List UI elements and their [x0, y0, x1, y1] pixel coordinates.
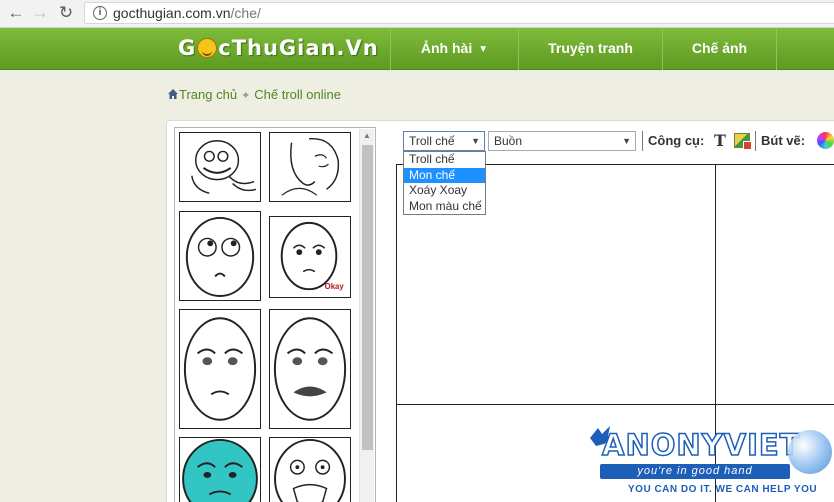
breadcrumb: Trang chủ ✦ Chế troll online	[167, 87, 341, 102]
subcategory-select[interactable]: Buồn ▼	[488, 131, 636, 151]
sticker-sad-face-1[interactable]	[179, 309, 261, 429]
logo-prefix: G	[178, 36, 197, 60]
category-dropdown-list: Troll chế Mon chế Xoáy Xoay Mon màu chế	[403, 151, 486, 215]
select-arrow-icon: ▼	[622, 136, 631, 146]
yelling-face-icon	[274, 438, 346, 502]
url-path: /che/	[230, 5, 261, 21]
scroll-up-arrow-icon[interactable]: ▲	[363, 131, 371, 140]
watermark-title: ANONYVIET	[601, 427, 801, 463]
okay-caption: Okay	[325, 282, 345, 291]
sad-face-icon	[183, 317, 257, 421]
select-arrow-icon: ▼	[471, 136, 480, 146]
toolbar-divider	[642, 131, 643, 151]
globe-icon	[788, 430, 832, 474]
category-select-value: Troll chế	[409, 134, 455, 148]
sticker-thinking-face[interactable]	[179, 211, 261, 301]
toolbar-divider	[755, 131, 756, 151]
dropdown-option[interactable]: Xoáy Xoay	[404, 183, 485, 199]
tools-label: Công cụ:	[648, 133, 705, 148]
menu-item-che-anh[interactable]: Chế ảnh	[662, 28, 776, 70]
info-icon[interactable]: i	[93, 6, 107, 20]
site-header: GcThuGian.Vn Ảnh hài ▼ Truyện tranh Chế ả…	[0, 28, 834, 70]
sticker-okay-face[interactable]: Okay	[269, 216, 351, 298]
back-arrow-icon[interactable]: ←	[6, 3, 26, 23]
image-tool-icon[interactable]	[734, 133, 752, 150]
sticker-troll-face-shrug[interactable]	[179, 132, 261, 202]
watermark: ANONYVIET you're in good hand YOU CAN DO…	[588, 424, 834, 502]
sticker-hug-face[interactable]	[269, 132, 351, 202]
cyan-face-icon	[182, 438, 258, 502]
breadcrumb-current[interactable]: Chế troll online	[254, 87, 341, 102]
menu-label-che-anh: Chế ảnh	[691, 40, 748, 56]
sticker-sad-face-mustache[interactable]	[269, 309, 351, 429]
thinking-face-icon	[185, 216, 255, 297]
sticker-cyan-face[interactable]	[179, 437, 261, 502]
breadcrumb-separator-icon: ✦	[241, 90, 251, 102]
sad-face-mustache-icon	[273, 317, 347, 421]
menu-item-overflow	[776, 28, 834, 70]
forward-arrow-icon[interactable]: →	[30, 3, 50, 23]
hug-face-icon	[281, 138, 340, 196]
address-bar[interactable]: i gocthugian.com.vn/che/	[84, 2, 834, 24]
url-host: gocthugian.com.vn	[113, 5, 231, 21]
smiley-logo-icon	[197, 38, 218, 58]
menu-label-truyen-tranh: Truyện tranh	[548, 40, 633, 56]
pen-label: Bút vẽ:	[761, 133, 806, 148]
caret-down-icon: ▼	[478, 44, 489, 55]
menu-label-anh-hai: Ảnh hài	[420, 40, 473, 56]
site-logo[interactable]: GcThuGian.Vn	[178, 36, 379, 60]
panel-divider-horizontal	[396, 404, 834, 405]
okay-face-icon: Okay	[280, 221, 345, 291]
breadcrumb-home-link[interactable]: Trang chủ	[179, 87, 237, 102]
logo-suffix: cThuGian.Vn	[218, 36, 379, 60]
dropdown-option-highlighted[interactable]: Mon chế	[404, 167, 485, 183]
sticker-scrollbar[interactable]: ▲	[359, 129, 374, 502]
dropdown-option[interactable]: Mon màu chế	[404, 199, 485, 215]
sticker-yelling-face[interactable]	[269, 437, 351, 502]
subcategory-select-value: Buồn	[494, 134, 523, 148]
url-text: gocthugian.com.vn/che/	[113, 5, 261, 21]
scrollbar-thumb[interactable]	[362, 145, 373, 450]
troll-face-shrug-icon	[191, 140, 257, 194]
menu-item-truyen-tranh[interactable]: Truyện tranh	[518, 28, 662, 70]
dropdown-option[interactable]: Troll chế	[404, 152, 485, 168]
text-tool-icon[interactable]: T	[714, 131, 726, 150]
menu-item-anh-hai[interactable]: Ảnh hài ▼	[390, 28, 518, 70]
browser-toolbar: ← → ↻ i gocthugian.com.vn/che/	[0, 0, 834, 28]
watermark-slogan: YOU CAN DO IT. WE CAN HELP YOU	[628, 484, 818, 495]
category-select[interactable]: Troll chế ▼	[403, 131, 485, 151]
home-icon	[168, 89, 178, 99]
main-menu: Ảnh hài ▼ Truyện tranh Chế ảnh	[390, 28, 834, 70]
watermark-tagline: you're in good hand	[600, 464, 790, 479]
color-wheel-icon[interactable]	[817, 132, 834, 149]
reload-icon[interactable]: ↻	[56, 3, 76, 23]
